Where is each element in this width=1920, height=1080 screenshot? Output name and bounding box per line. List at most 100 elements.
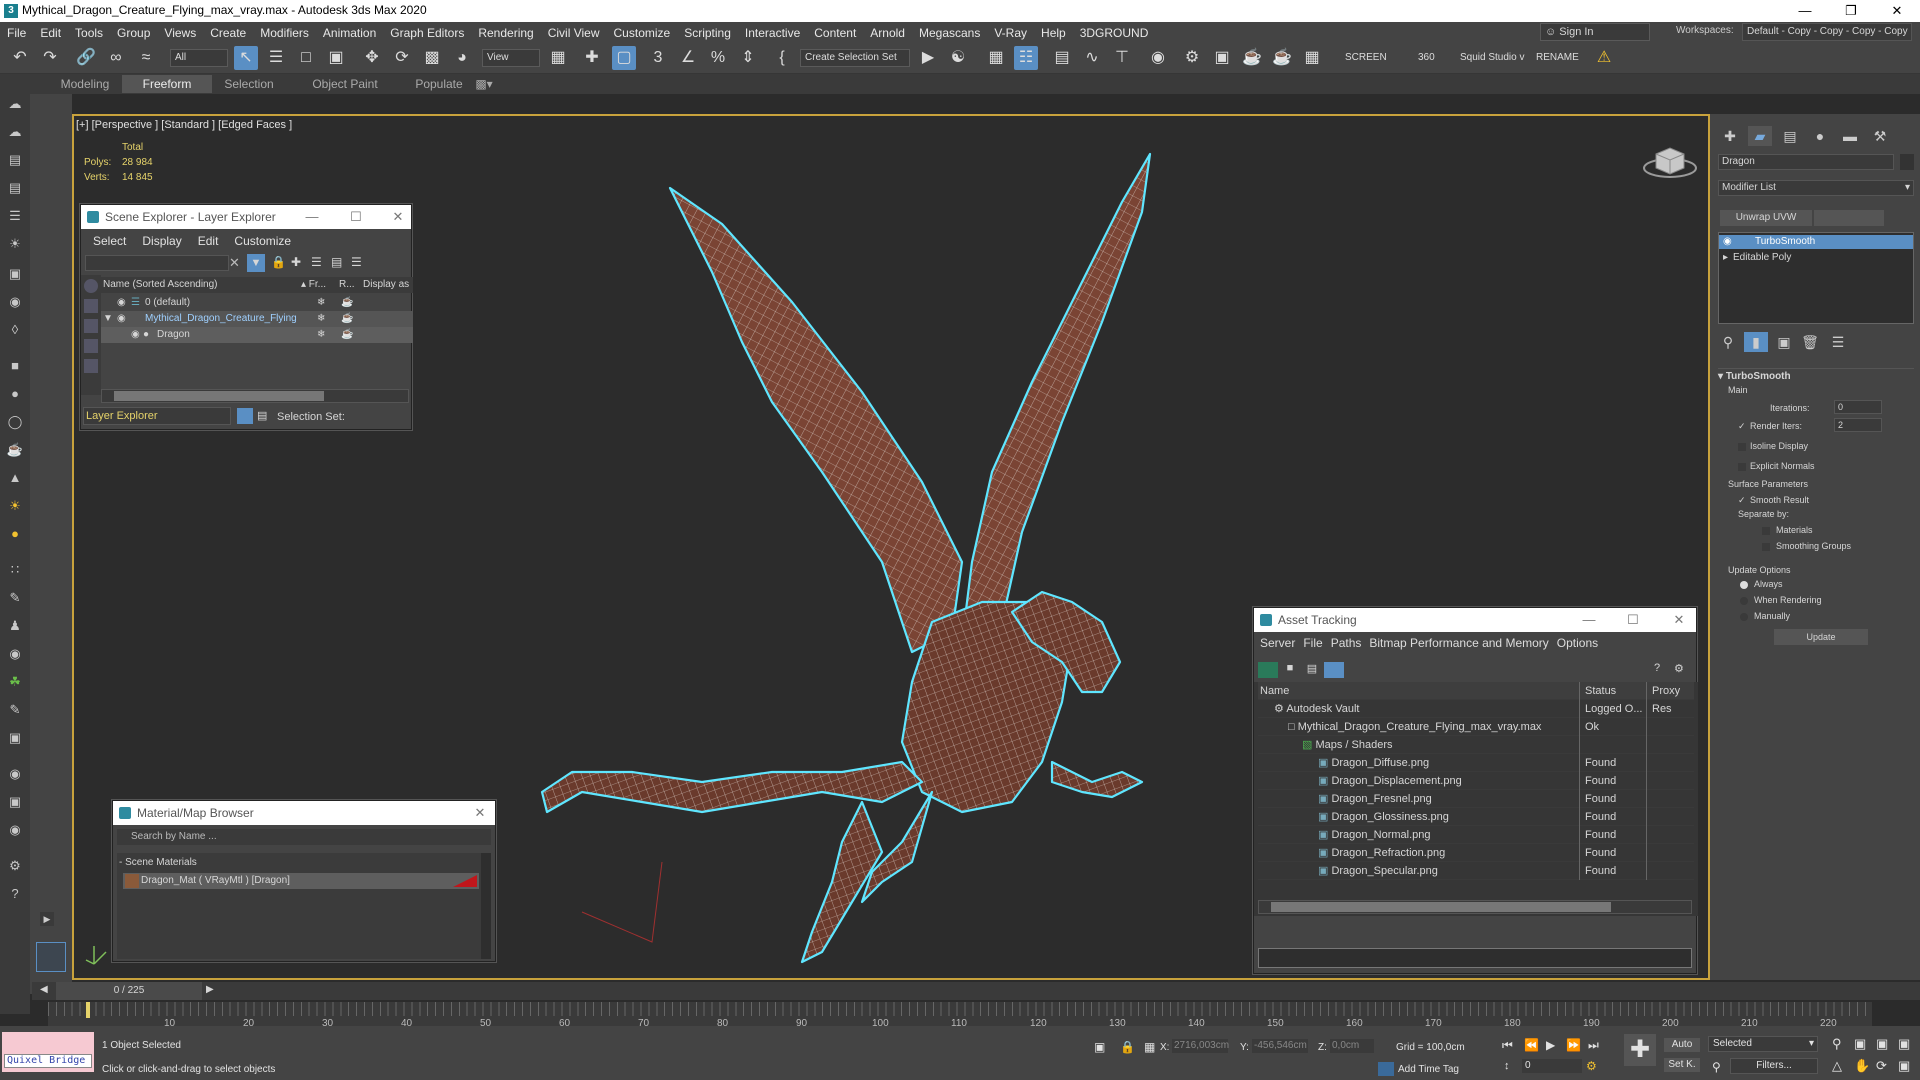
rendered-frame-icon[interactable]: ▣ — [1210, 46, 1234, 70]
scene-horizontal-scrollbar[interactable] — [101, 389, 409, 403]
window-crossing-icon[interactable]: ▣ — [324, 46, 348, 70]
table-row[interactable]: ▣ Dragon_Specular.png Found — [1258, 862, 1694, 880]
selection-set-icon[interactable]: ▤ — [257, 409, 267, 422]
menu-help[interactable]: Help — [1034, 22, 1073, 42]
smoothing-groups-checkbox[interactable] — [1762, 543, 1770, 551]
render-globe-icon[interactable]: ◉ — [5, 764, 25, 784]
menu-paths[interactable]: Paths — [1331, 636, 1362, 650]
menu-customize[interactable]: Customize — [607, 22, 678, 42]
manually-radio[interactable] — [1740, 613, 1748, 621]
ribbon-options-icon[interactable]: ▩▾ — [464, 75, 504, 93]
table-row[interactable]: ▣ Dragon_Fresnel.png Found — [1258, 790, 1694, 808]
menu-create[interactable]: Create — [203, 22, 253, 42]
go-to-start-icon[interactable]: ⏮ — [1502, 1038, 1513, 1053]
create-icon[interactable]: ☁ — [5, 94, 25, 114]
viewcube-icon[interactable] — [1643, 147, 1697, 178]
maximize-icon[interactable]: ☐ — [1618, 608, 1648, 632]
menu-graph-editors[interactable]: Graph Editors — [383, 22, 471, 42]
pivot-icon[interactable]: ▦ — [546, 46, 570, 70]
scene-icon[interactable]: ◉ — [5, 820, 25, 840]
expand-arrow-icon[interactable]: ▶ — [40, 912, 54, 926]
scene-materials-header[interactable]: - Scene Materials — [119, 857, 197, 868]
stack-item-turbosmooth[interactable]: ◉ TurboSmooth — [1719, 235, 1913, 249]
eye-icon[interactable]: ◉ — [117, 311, 126, 327]
menu-bitmap-performance[interactable]: Bitmap Performance and Memory — [1369, 636, 1548, 650]
material-browser-titlebar[interactable]: Material/Map Browser ✕ — [113, 801, 495, 825]
menu-customize[interactable]: Customize — [234, 234, 291, 248]
material-editor-icon[interactable]: ◉ — [1146, 46, 1170, 70]
pan-icon[interactable]: ✋ — [1854, 1058, 1870, 1074]
mirror-icon[interactable]: ▶ — [916, 46, 940, 70]
layer-stack-icon[interactable]: ☰ — [351, 255, 362, 269]
material-search-input[interactable]: Search by Name ... — [117, 829, 491, 845]
selection-lock-icon[interactable]: 🔒 — [1120, 1040, 1135, 1054]
redo-icon[interactable]: ↷ — [38, 46, 62, 70]
make-unique-icon[interactable]: ▣ — [1772, 332, 1796, 352]
quixel-bridge-button[interactable]: Quixel Bridge — [4, 1054, 92, 1068]
prev-frame-icon[interactable]: ◀ — [40, 984, 48, 995]
set-key-button[interactable]: Set K. — [1664, 1058, 1700, 1072]
layer-explorer-icon[interactable]: ☷ — [1014, 46, 1038, 70]
foliage-icon[interactable]: ☘ — [5, 672, 25, 692]
help-icon[interactable]: ? — [1654, 662, 1660, 674]
menu-views[interactable]: Views — [157, 22, 203, 42]
light-icon[interactable]: ☀ — [5, 234, 25, 254]
col-render[interactable]: R... — [339, 277, 355, 293]
refresh-icon[interactable] — [1258, 662, 1278, 678]
display-lights-icon[interactable] — [84, 319, 98, 333]
table-row[interactable]: ▣ Dragon_Normal.png Found — [1258, 826, 1694, 844]
hierarchy-tab-icon[interactable]: ▤ — [1778, 126, 1802, 146]
show-end-result-icon[interactable]: ▮ — [1744, 332, 1768, 352]
maximize-viewport-icon[interactable]: ▣ — [1898, 1058, 1910, 1074]
settings-icon[interactable]: ⚙ — [5, 856, 25, 876]
isoline-checkbox[interactable] — [1738, 443, 1746, 451]
cloud-icon[interactable]: ☁ — [5, 122, 25, 142]
rename-button[interactable]: RENAME — [1536, 52, 1579, 63]
list-icon[interactable]: ■ — [1280, 662, 1300, 678]
zoom-extents-icon[interactable]: ▣ — [1876, 1036, 1888, 1052]
render-teapot-icon[interactable]: ☕ — [341, 311, 353, 327]
selection-set-dropdown[interactable]: Create Selection Set — [800, 49, 910, 67]
freeze-icon[interactable]: ❄ — [317, 327, 325, 343]
menu-file[interactable]: File — [1303, 636, 1322, 650]
always-radio[interactable] — [1740, 581, 1748, 589]
layers-icon[interactable]: ☰ — [311, 255, 322, 269]
paint-icon[interactable]: ✎ — [5, 588, 25, 608]
close-icon[interactable]: ✕ — [1664, 608, 1694, 632]
render-setup-icon[interactable]: ⚙ — [1180, 46, 1204, 70]
time-config-icon[interactable]: ⚙ — [1586, 1059, 1597, 1073]
library-icon[interactable]: ▤ — [5, 150, 25, 170]
keyboard-shortcut-icon[interactable]: ▢ — [612, 46, 636, 70]
display-cameras-icon[interactable] — [84, 339, 98, 353]
next-frame-icon[interactable]: ▶ — [206, 984, 214, 995]
render-teapot-icon[interactable]: ☕ — [341, 327, 353, 343]
tab-selection[interactable]: Selection — [204, 75, 294, 93]
menu-tools[interactable]: Tools — [68, 22, 110, 42]
menu-display[interactable]: Display — [142, 234, 181, 248]
expand-arrow-icon[interactable]: ▸ — [1723, 251, 1728, 265]
squid-studio-button[interactable]: Squid Studio v — [1460, 52, 1525, 63]
scrollbar-thumb[interactable] — [1271, 902, 1611, 912]
menu-group[interactable]: Group — [110, 22, 157, 42]
asset-horizontal-scrollbar[interactable] — [1258, 900, 1692, 914]
quixel-bridge-panel[interactable]: Quixel Bridge — [2, 1032, 94, 1072]
rollout-title[interactable]: ▾ TurboSmooth — [1718, 371, 1791, 382]
next-key-icon[interactable]: ⏩ — [1566, 1038, 1581, 1052]
pin-stack-icon[interactable]: ⚲ — [1716, 332, 1740, 352]
edit-named-selection-icon[interactable]: { — [770, 46, 794, 70]
cone-icon[interactable]: ▲ — [5, 468, 25, 488]
modifier-list-dropdown[interactable]: Modifier List ▾ — [1718, 180, 1914, 196]
scene-search-input[interactable] — [85, 255, 229, 271]
filter-icon[interactable]: ▼ — [247, 254, 265, 272]
col-frozen[interactable]: ▴ Fr... — [301, 277, 326, 293]
settings-icon[interactable]: ⚙ — [1674, 662, 1684, 675]
layer-explorer-dropdown[interactable]: Layer Explorer — [83, 407, 231, 425]
angle-snap-icon[interactable]: ∠ — [676, 46, 700, 70]
table-icon[interactable]: ▤ — [1302, 662, 1322, 678]
menu-arnold[interactable]: Arnold — [863, 22, 912, 42]
select-by-name-icon[interactable]: ☰ — [264, 46, 288, 70]
menu-edit[interactable]: Edit — [198, 234, 219, 248]
eye-icon[interactable]: ◉ — [131, 327, 140, 343]
help-icon[interactable]: ? — [5, 884, 25, 904]
asset-path-field[interactable] — [1258, 948, 1692, 968]
